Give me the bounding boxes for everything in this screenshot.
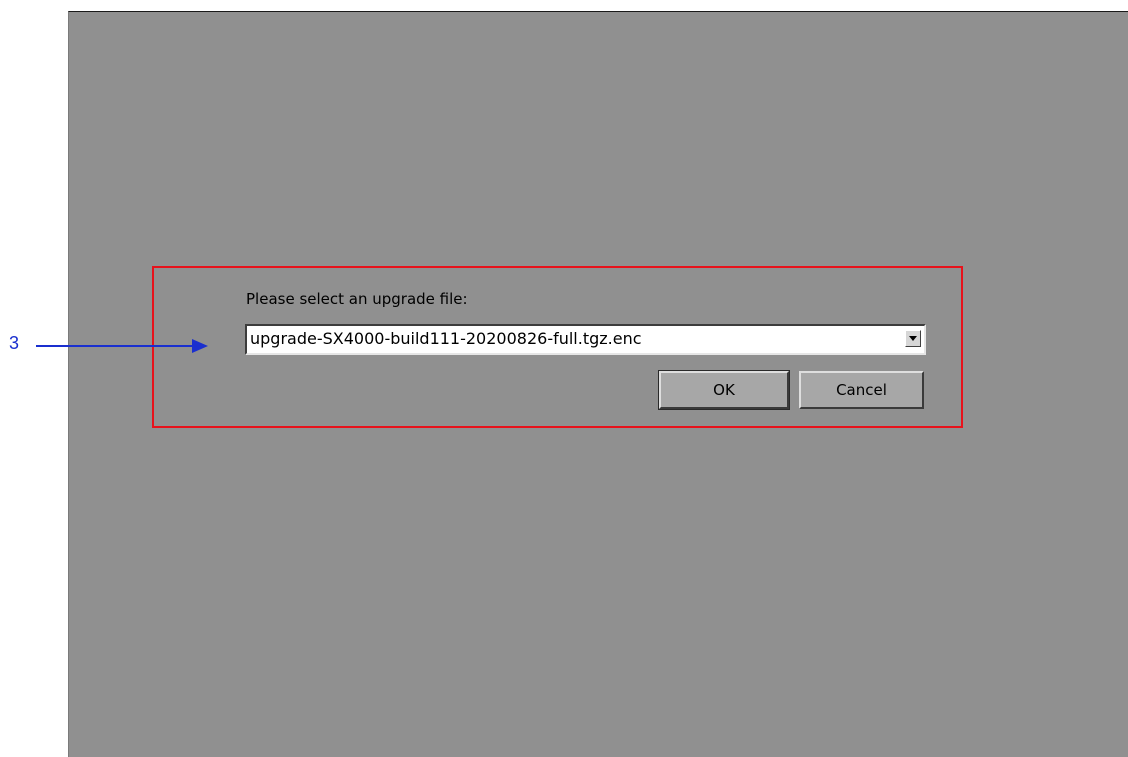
annotated-screenshot: Please select an upgrade file: upgrade-S… <box>0 0 1128 757</box>
selected-file-value: upgrade-SX4000-build111-20200826-full.tg… <box>250 329 642 348</box>
upgrade-file-select[interactable]: upgrade-SX4000-build111-20200826-full.tg… <box>245 324 926 355</box>
ok-button[interactable]: OK <box>658 370 790 410</box>
chevron-down-icon <box>909 336 917 341</box>
dropdown-button[interactable] <box>905 330 921 347</box>
step-number-label: 3 <box>9 333 20 353</box>
upgrade-file-prompt: Please select an upgrade file: <box>246 290 468 308</box>
arrow-right-icon <box>36 339 208 353</box>
cancel-button[interactable]: Cancel <box>799 371 924 409</box>
